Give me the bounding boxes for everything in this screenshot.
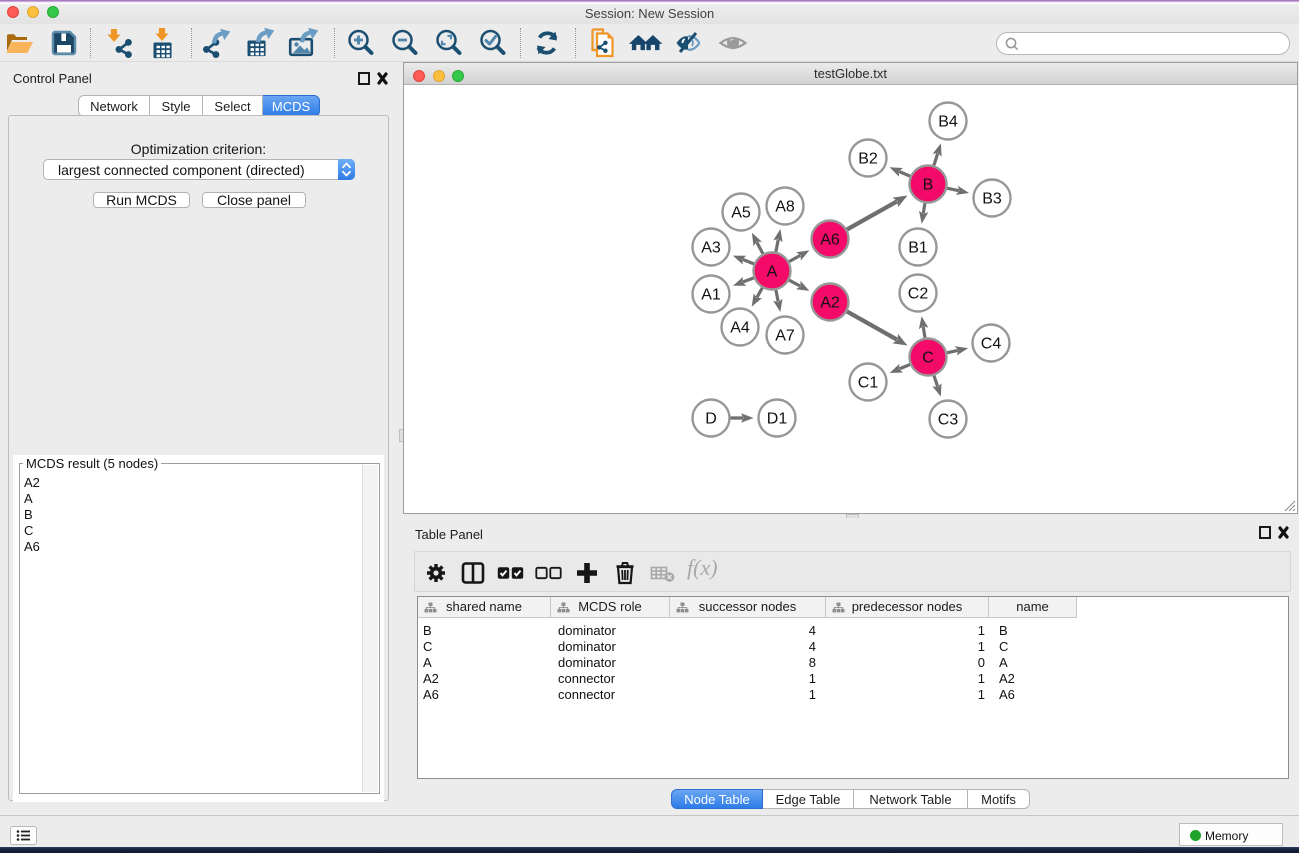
svg-text:A8: A8	[775, 199, 795, 216]
svg-text:B1: B1	[908, 240, 928, 257]
svg-text:B4: B4	[938, 114, 958, 131]
svg-text:B3: B3	[982, 191, 1002, 208]
svg-text:A3: A3	[701, 240, 721, 257]
svg-text:A4: A4	[730, 320, 750, 337]
svg-text:A7: A7	[775, 328, 795, 345]
svg-text:A: A	[767, 264, 778, 281]
svg-text:B2: B2	[858, 151, 878, 168]
svg-text:D1: D1	[767, 411, 788, 428]
svg-text:C4: C4	[981, 336, 1002, 353]
svg-text:A2: A2	[820, 295, 840, 312]
svg-text:C: C	[922, 350, 934, 367]
svg-text:A1: A1	[701, 287, 721, 304]
svg-text:C1: C1	[858, 375, 879, 392]
svg-text:C3: C3	[938, 412, 959, 429]
svg-text:D: D	[705, 411, 717, 428]
svg-text:A6: A6	[820, 232, 840, 249]
svg-text:B: B	[923, 177, 934, 194]
svg-text:C2: C2	[908, 286, 929, 303]
svg-text:A5: A5	[731, 205, 751, 222]
